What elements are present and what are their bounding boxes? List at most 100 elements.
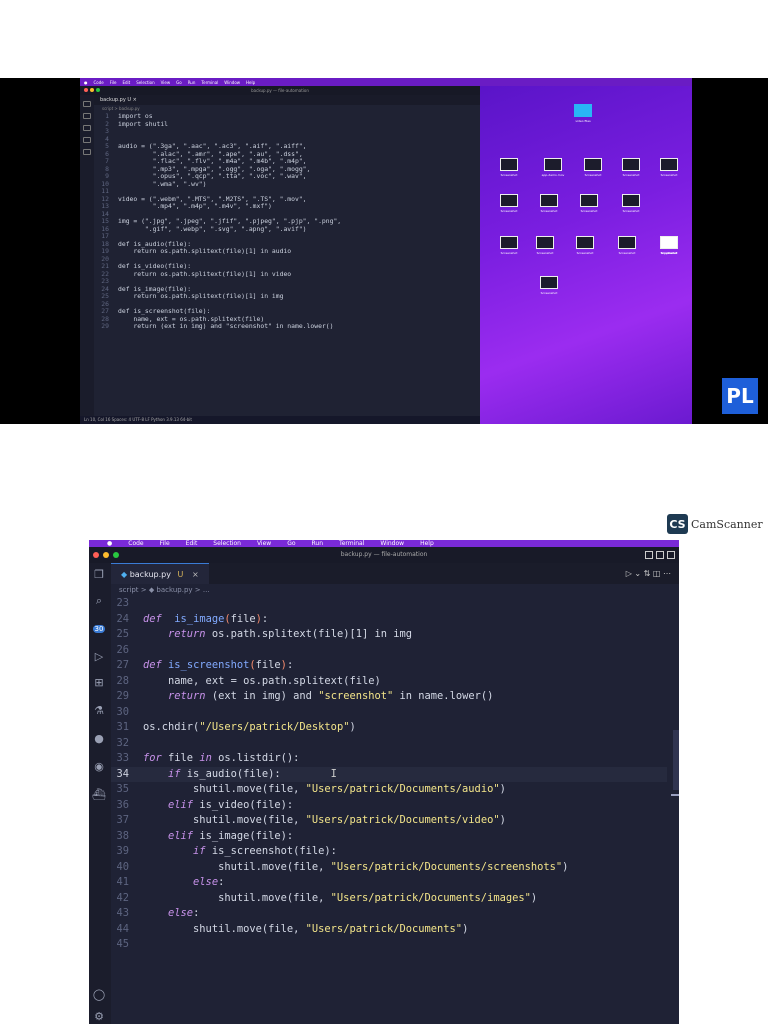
github-icon[interactable]: ● (92, 733, 106, 745)
menu-item-terminal[interactable]: Terminal (339, 540, 364, 547)
code-token: shutil.move(file, (143, 783, 306, 795)
line-number: 33 (116, 752, 129, 764)
video-frame-zoomed: ● Code File Edit Selection View Go Run Terminal W… (89, 540, 679, 1024)
code-token: : (261, 612, 269, 625)
code-line: 23 (111, 596, 667, 612)
mac-menubar: ● Code File Edit Selection View Go Run Terminal W… (89, 540, 679, 547)
source-control-icon[interactable]: 30 (92, 623, 106, 635)
search-icon[interactable] (83, 113, 91, 119)
traffic-lights[interactable] (84, 88, 100, 92)
code-token: "Users/patrick/Documents/video" (305, 814, 500, 826)
explorer-icon[interactable] (83, 101, 91, 107)
menu-item-edit[interactable]: Edit (186, 540, 198, 547)
code-token: "screenshot" (318, 690, 394, 702)
menu-item-terminal[interactable]: Terminal (201, 80, 218, 85)
menu-item-go[interactable]: Go (176, 80, 182, 85)
desktop-file-label: Screenshot (500, 209, 518, 213)
minimize-window-icon[interactable] (90, 88, 94, 92)
close-window-icon[interactable] (84, 88, 88, 92)
desktop-file-icon[interactable] (660, 236, 678, 249)
menu-item-file[interactable]: File (110, 80, 117, 85)
desktop-file-icon[interactable] (500, 194, 518, 207)
menu-item-help[interactable]: Help (420, 540, 434, 547)
source-control-badge: 30 (92, 625, 106, 633)
code-token: : (218, 876, 225, 888)
folder-icon[interactable] (574, 104, 592, 117)
extensions-icon[interactable] (83, 149, 91, 155)
explorer-icon[interactable]: ❐ (92, 569, 106, 581)
menu-item-file[interactable]: File (160, 540, 170, 547)
menu-item-selection[interactable]: Selection (136, 80, 154, 85)
tab-backup-py[interactable]: backup.py U × (100, 97, 137, 103)
maximize-window-icon[interactable] (96, 88, 100, 92)
run-icon[interactable] (83, 137, 91, 143)
menu-item-selection[interactable]: Selection (213, 540, 241, 547)
desktop-file-icon[interactable] (622, 158, 640, 171)
tab-close-icon[interactable]: × (192, 570, 199, 579)
desktop-file-icon[interactable] (536, 236, 554, 249)
tab-backup-py[interactable]: ◆ backup.py U × (111, 563, 209, 584)
code-token: os.chdir( (143, 721, 200, 733)
desktop-file-label: Screenshot (584, 173, 602, 177)
menu-item-window[interactable]: Window (380, 540, 404, 547)
traffic-lights[interactable] (93, 552, 119, 558)
code-token: ) (562, 860, 569, 873)
toggle-secondary-sidebar-icon[interactable] (667, 551, 675, 559)
desktop-file-icon[interactable] (660, 158, 678, 171)
desktop-file-icon[interactable] (500, 158, 518, 171)
minimize-window-icon[interactable] (103, 552, 109, 558)
editor-actions[interactable]: ▷ ⌄ ⇅ ◫ ⋯ (626, 563, 671, 584)
desktop-file-icon[interactable] (540, 194, 558, 207)
code-token: if (168, 767, 181, 780)
maximize-window-icon[interactable] (113, 552, 119, 558)
desktop-file-icon[interactable] (576, 236, 594, 249)
line-number: 35 (116, 783, 129, 795)
menu-item-code[interactable]: Code (94, 80, 104, 85)
run-debug-icon[interactable]: ▷ (92, 651, 106, 663)
menu-item-view[interactable]: View (257, 540, 271, 547)
menu-item-go[interactable]: Go (287, 540, 295, 547)
code-line: 43 else: (111, 906, 667, 922)
code-line: 31 os.chdir("/Users/patrick/Desktop") (111, 720, 667, 736)
menu-item-run[interactable]: Run (312, 540, 324, 547)
desktop-file-icon[interactable] (580, 194, 598, 207)
menu-item-help[interactable]: Help (246, 80, 255, 85)
desktop-file-icon[interactable] (618, 236, 636, 249)
desktop-file-icon[interactable] (622, 194, 640, 207)
line-number: 44 (116, 922, 129, 935)
remote-icon[interactable]: ◉ (92, 761, 106, 773)
search-icon[interactable]: ⌕ (92, 595, 106, 607)
account-icon[interactable]: ◯ (92, 989, 106, 1001)
toggle-sidebar-icon[interactable] (645, 551, 653, 559)
code-editor[interactable]: 1 import os 2 import shutil 3 4 5 audio = (".3g… (94, 112, 480, 413)
menu-item-edit[interactable]: Edit (122, 80, 130, 85)
line-text: return os.path.splitext(file)[1] in audi… (118, 247, 292, 255)
desktop-file-icon[interactable] (500, 236, 518, 249)
code-token: : (193, 907, 200, 919)
docker-icon[interactable]: ⛴ (92, 789, 106, 801)
apple-menu-icon[interactable]: ● (107, 540, 112, 547)
desktop-file-icon[interactable] (544, 158, 562, 171)
line-number: 34 (116, 767, 129, 780)
editor-scrollbar[interactable] (673, 730, 679, 790)
menu-item-code[interactable]: Code (128, 540, 143, 547)
menu-item-view[interactable]: View (161, 80, 171, 85)
settings-gear-icon[interactable]: ⚙ (92, 1011, 106, 1023)
desktop-file-icon[interactable] (584, 158, 602, 171)
extensions-icon[interactable]: ⊞ (92, 677, 106, 689)
apple-menu-icon[interactable]: ● (84, 80, 88, 85)
menu-item-run[interactable]: Run (188, 80, 196, 85)
testing-icon[interactable]: ⚗ (92, 705, 106, 717)
close-window-icon[interactable] (93, 552, 99, 558)
vscode-window-small: backup.py — file-automation backup.py U … (80, 86, 480, 424)
code-token: is_image (174, 612, 225, 625)
desktop-file-icon[interactable] (540, 276, 558, 289)
source-control-icon[interactable] (83, 125, 91, 131)
menu-item-window[interactable]: Window (224, 80, 240, 85)
toggle-panel-icon[interactable] (656, 551, 664, 559)
line-number: 36 (116, 798, 129, 811)
code-token: os.path.splitext(file)[1] in img (205, 628, 413, 640)
code-editor[interactable]: 23 24 def is_image(file): 25 return os.path… (111, 596, 667, 1006)
breadcrumb[interactable]: script > ◆ backup.py > ... (111, 584, 679, 596)
